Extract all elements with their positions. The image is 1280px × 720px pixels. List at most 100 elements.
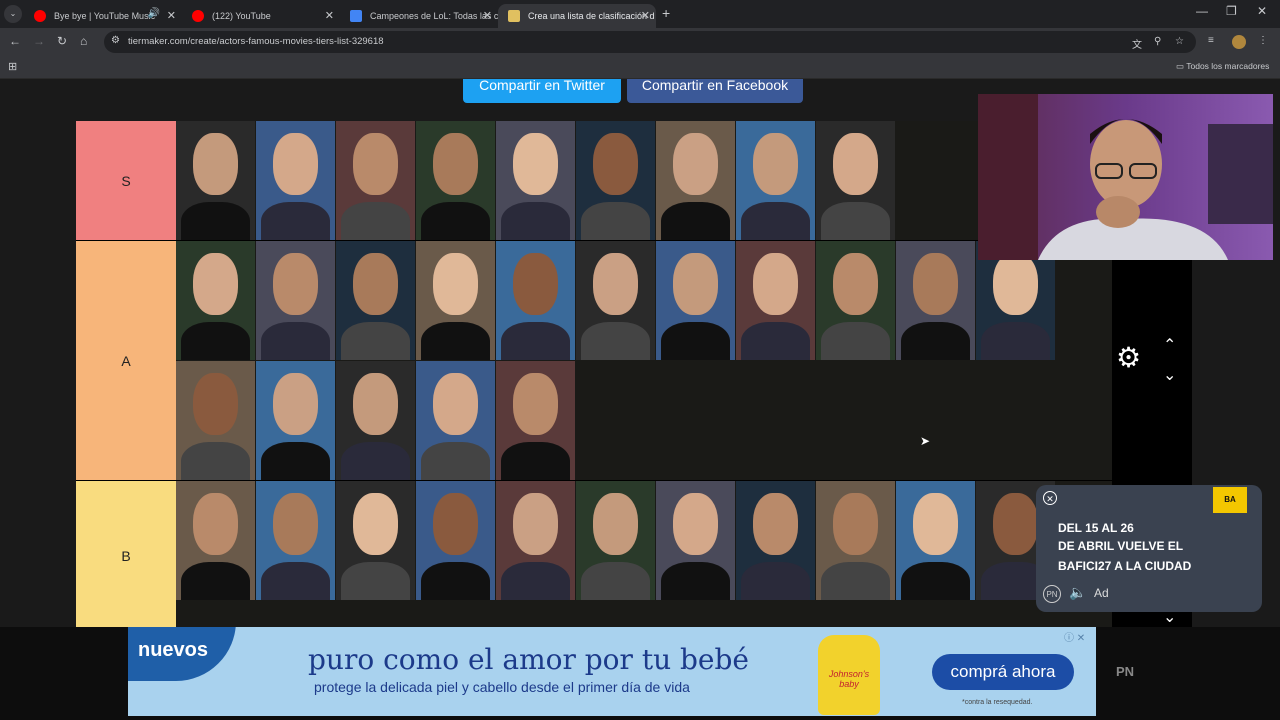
apps-grid-icon[interactable]: ⊞ <box>8 60 17 73</box>
minimize-icon[interactable]: — <box>1196 4 1208 18</box>
close-tab-icon[interactable]: ✕ <box>325 9 334 22</box>
tab-tiermaker[interactable]: Crea una lista de clasificación d ✕ <box>498 4 656 28</box>
bookmark-star-icon[interactable]: ☆ <box>1175 36 1184 47</box>
tier-row-s: S <box>76 121 1112 241</box>
actor-photo[interactable] <box>816 481 895 600</box>
url-text[interactable]: tiermaker.com/create/actors-famous-movie… <box>128 36 384 47</box>
actor-photo[interactable] <box>256 121 335 240</box>
actor-photo[interactable] <box>256 361 335 480</box>
actor-photo[interactable] <box>416 481 495 600</box>
back-icon[interactable]: ← <box>9 34 21 48</box>
actor-photo[interactable] <box>736 241 815 360</box>
actor-photo[interactable] <box>816 121 895 240</box>
actor-outfit <box>180 321 251 360</box>
actor-photo[interactable] <box>656 241 735 360</box>
tab-lol-champions[interactable]: Campeones de LoL: Todas las c ✕ <box>340 4 498 28</box>
new-tab-button[interactable]: + <box>662 5 670 21</box>
actor-photo[interactable] <box>176 241 255 360</box>
actor-photo[interactable] <box>496 121 575 240</box>
actor-photo[interactable] <box>256 481 335 600</box>
actor-outfit <box>660 561 731 600</box>
tab-youtube[interactable]: (122) YouTube ✕ <box>182 4 340 28</box>
speaker-icon[interactable]: 🔊 <box>148 8 160 19</box>
actor-photo[interactable] <box>416 241 495 360</box>
actor-face <box>673 252 718 315</box>
actor-photo[interactable] <box>256 241 335 360</box>
actor-face <box>513 252 558 315</box>
forward-icon[interactable]: → <box>33 34 45 48</box>
close-tab-icon[interactable]: ✕ <box>641 9 650 22</box>
actor-photo[interactable] <box>576 121 655 240</box>
home-icon[interactable]: ⌂ <box>80 34 87 48</box>
menu-icon[interactable]: ⋮ <box>1258 35 1268 46</box>
actor-photo[interactable] <box>816 241 895 360</box>
share-facebook-button[interactable]: Compartir en Facebook <box>627 79 803 103</box>
tab-youtube-music[interactable]: Bye bye | YouTube Music 🔊 ✕ <box>24 4 182 28</box>
actor-photo[interactable] <box>896 241 975 360</box>
actor-photo[interactable] <box>496 241 575 360</box>
actor-photo[interactable] <box>176 481 255 600</box>
actor-photo[interactable] <box>496 361 575 480</box>
tier-row-a: A <box>76 241 1112 481</box>
actor-photo[interactable] <box>416 121 495 240</box>
actor-face <box>433 132 478 195</box>
close-window-icon[interactable]: ✕ <box>1257 4 1267 18</box>
move-tier-up-icon[interactable]: ⌃ <box>1163 335 1176 355</box>
actor-outfit <box>180 561 251 600</box>
actor-photo[interactable] <box>736 481 815 600</box>
translate-icon[interactable]: 文 <box>1132 36 1142 51</box>
actor-outfit <box>500 561 571 600</box>
actor-outfit <box>500 201 571 240</box>
actor-face <box>193 372 238 435</box>
actor-face <box>353 252 398 315</box>
actor-outfit <box>340 201 411 240</box>
ad-headline: puro como el amor por tu bebé <box>308 643 749 676</box>
actor-photo[interactable] <box>336 121 415 240</box>
ad-speaker-icon[interactable]: 🔈 <box>1069 584 1086 601</box>
actor-photo[interactable] <box>336 241 415 360</box>
tier-label-b[interactable]: B <box>76 481 176 627</box>
tab-search-button[interactable]: ⌄ <box>4 5 22 23</box>
tier-settings-gear-icon[interactable]: ⚙ <box>1116 341 1141 374</box>
share-twitter-button[interactable]: Compartir en Twitter <box>463 79 621 103</box>
actor-photo[interactable] <box>576 241 655 360</box>
actor-photo[interactable] <box>176 361 255 480</box>
actor-photo[interactable] <box>416 361 495 480</box>
actor-photo[interactable] <box>496 481 575 600</box>
actor-photo[interactable] <box>656 481 735 600</box>
product-brand: Johnson's baby <box>828 669 870 689</box>
close-ad-icon[interactable]: ✕ <box>1043 491 1057 505</box>
restore-icon[interactable]: ❐ <box>1226 4 1237 18</box>
corner-ad[interactable]: ✕ BA DEL 15 AL 26 DE ABRIL VUELVE EL BAF… <box>1036 485 1262 612</box>
actor-photo[interactable] <box>896 481 975 600</box>
ad-info-icon[interactable]: ⓘ ✕ <box>1064 629 1085 644</box>
move-tier-down-icon[interactable]: ⌄ <box>1163 365 1176 385</box>
all-bookmarks-folder[interactable]: ▭ Todos los marcadores <box>1176 61 1269 72</box>
reload-icon[interactable]: ↻ <box>57 34 67 48</box>
close-tab-icon[interactable]: ✕ <box>483 9 492 22</box>
buy-now-button[interactable]: comprá ahora <box>932 654 1074 690</box>
actor-photo[interactable] <box>176 121 255 240</box>
close-tab-icon[interactable]: ✕ <box>167 9 176 22</box>
reading-list-icon[interactable]: ≡ <box>1208 35 1214 46</box>
actor-photo[interactable] <box>336 481 415 600</box>
actor-photo[interactable] <box>336 361 415 480</box>
banner-ad[interactable]: nuevos puro como el amor por tu bebé pro… <box>128 627 1096 716</box>
actor-photo[interactable] <box>576 481 655 600</box>
actor-face <box>753 492 798 555</box>
actor-outfit <box>740 201 811 240</box>
zoom-icon[interactable]: ⚲ <box>1154 36 1161 47</box>
tier-label-s[interactable]: S <box>76 121 176 240</box>
tier-label-a[interactable]: A <box>76 241 176 480</box>
address-bar[interactable]: ⚙ tiermaker.com/create/actors-famous-mov… <box>104 31 1196 53</box>
site-info-icon[interactable]: ⚙ <box>111 35 120 46</box>
pn-label: PN <box>1116 664 1135 679</box>
webcam-image <box>978 94 1273 260</box>
actor-face <box>833 492 878 555</box>
tab-title: Crea una lista de clasificación d <box>528 11 655 21</box>
actor-photo[interactable] <box>656 121 735 240</box>
actor-photo[interactable] <box>736 121 815 240</box>
profile-avatar[interactable] <box>1232 35 1246 49</box>
actor-face <box>273 132 318 195</box>
pn-icon[interactable]: PN <box>1043 585 1061 603</box>
